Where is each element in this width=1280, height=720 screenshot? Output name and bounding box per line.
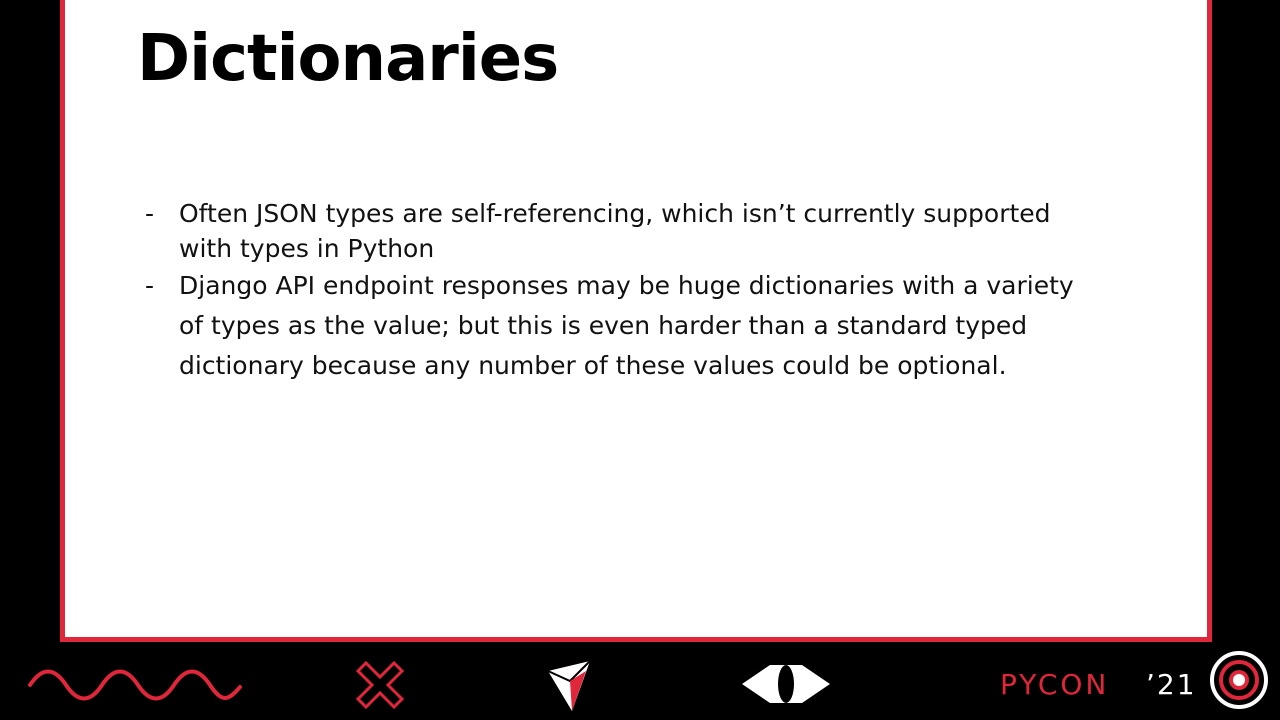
bullet-marker: -: [145, 199, 155, 228]
bullet-text: Django API endpoint responses may be hug…: [179, 271, 1074, 380]
bullet-item: - Often JSON types are self-referencing,…: [145, 196, 1105, 266]
target-icon: [1210, 651, 1268, 709]
year-label: ’21: [1146, 668, 1197, 701]
bullet-marker: -: [145, 271, 155, 300]
eye-icon: [742, 665, 830, 703]
x-mark-icon: [355, 660, 405, 710]
bullet-item: - Django API endpoint responses may be h…: [145, 266, 1105, 386]
slide-panel: Dictionaries - Often JSON types are self…: [60, 0, 1212, 642]
paper-plane-icon: [547, 660, 591, 711]
bullet-list: - Often JSON types are self-referencing,…: [145, 196, 1105, 386]
brand-logo-text: PYCON: [1000, 668, 1110, 701]
wave-icon: [28, 669, 242, 701]
bullet-text: Often JSON types are self-referencing, w…: [179, 199, 1051, 263]
slide-title: Dictionaries: [137, 22, 559, 96]
